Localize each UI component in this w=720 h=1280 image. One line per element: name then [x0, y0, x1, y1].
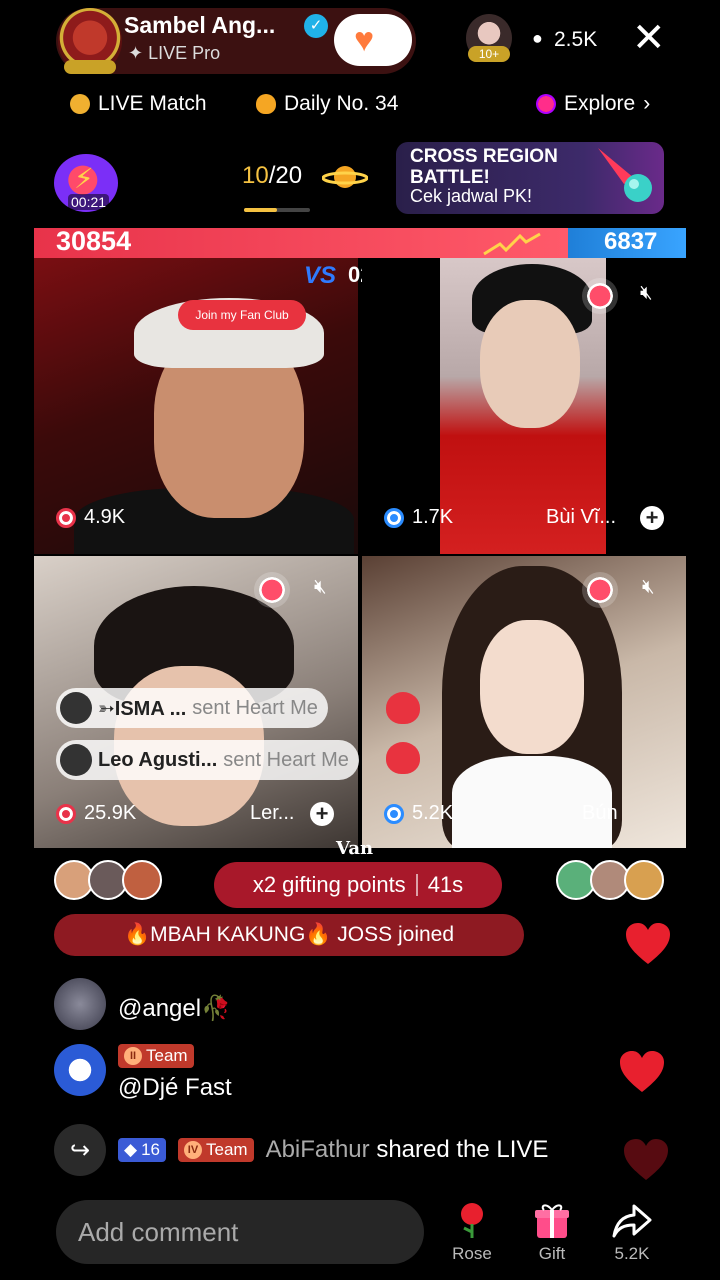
verified-icon: ✓ [304, 14, 328, 38]
gift-notification: ➳ISMA ... sent Heart Me [56, 688, 328, 728]
user-joined-banner: 🔥MBAH KAKUNG🔥 JOSS joined [54, 914, 524, 956]
pk-icon [254, 572, 290, 608]
heart-gift-icon [386, 692, 420, 724]
person-icon: ● [532, 28, 543, 48]
gift-button[interactable]: Gift [512, 1200, 592, 1264]
score-icon [384, 803, 404, 824]
guest-video-tile[interactable]: 🔇︎ 1.7K Bùi Vĩ... + [362, 258, 686, 554]
blue-team-top-gifters[interactable] [556, 860, 664, 900]
fan-club-button[interactable]: ♥ 15 [334, 14, 412, 66]
score-icon [56, 803, 76, 824]
avatar [60, 692, 92, 724]
host-subtitle: ✦ LIVE Pro [128, 43, 221, 63]
pk-score-bar [34, 228, 686, 258]
share-icon: ↪ [54, 1124, 106, 1176]
tile-score: 25.9K [56, 802, 136, 825]
comment-text: @Djé Fast [118, 1074, 232, 1101]
share-icon [612, 1204, 652, 1238]
score-icon [56, 507, 76, 528]
avatar[interactable] [122, 860, 162, 900]
comet-icon [598, 148, 652, 202]
comment-item[interactable]: @angel🥀 [54, 978, 231, 1030]
avatar[interactable] [54, 978, 106, 1030]
comment-input[interactable]: Add comment [56, 1200, 424, 1264]
watermark-label: Van [336, 838, 374, 859]
guest-name[interactable]: Bùi Vĩ... [546, 506, 616, 529]
join-fan-club-sign[interactable]: Join my Fan Club [178, 300, 306, 330]
avatar [60, 744, 92, 776]
gift-icon [535, 1204, 569, 1238]
viewer-count[interactable]: 2.5K [554, 28, 597, 52]
comment-text: @angel🥀 [118, 995, 231, 1022]
cross-region-title: CROSS REGION BATTLE! [410, 146, 558, 188]
pk-timer: 00:21 [68, 194, 110, 210]
pk-icon [582, 278, 618, 314]
top-viewer-badge: 10+ [468, 46, 510, 62]
close-button[interactable]: ✕ [632, 18, 666, 58]
red-team-top-gifters[interactable] [54, 860, 162, 900]
avatar[interactable] [624, 860, 664, 900]
cross-region-subtitle: Cek jadwal PK! [410, 186, 533, 206]
like-heart-icon [620, 1051, 664, 1092]
like-heart-icon [624, 1139, 668, 1180]
follow-plus-button[interactable]: + [640, 506, 664, 530]
vs-mark: VS [304, 262, 337, 289]
daily-rank-link[interactable]: Daily No. 34 [256, 92, 398, 116]
spark-icon [483, 232, 541, 256]
avatar[interactable] [54, 1044, 106, 1096]
live-match-link[interactable]: LIVE Match [70, 92, 207, 116]
blue-team-score: 6837 [604, 228, 658, 255]
team-badge: IV Team [178, 1138, 254, 1162]
level-badge: ◆ 16 [118, 1138, 166, 1162]
score-icon [384, 507, 404, 528]
guest-video-face [480, 620, 584, 754]
like-heart-icon [626, 923, 670, 964]
mute-icon[interactable]: 🔇︎ [314, 576, 342, 600]
team-badge: II Team [118, 1044, 194, 1068]
rose-icon [461, 1203, 483, 1238]
rose-gift-button[interactable]: Rose [432, 1200, 512, 1264]
gifting-points-banner[interactable]: x2 gifting points 41s [214, 862, 502, 908]
tile-score: 1.7K [384, 506, 453, 529]
share-button[interactable]: 5.2K [592, 1200, 672, 1264]
guest-name[interactable]: Bún [582, 802, 618, 825]
explore-link[interactable]: Explore › [536, 92, 650, 116]
round-progress-bar [244, 208, 310, 212]
tile-score: 4.9K [56, 506, 125, 529]
comment-item[interactable]: II Team @Djé Fast [54, 1044, 232, 1102]
round-counter: 10/20 [242, 162, 303, 189]
chevron-right-icon: › [643, 92, 651, 115]
heart-gift-icon [386, 742, 420, 774]
gift-notification: Leo Agusti... sent Heart Me [56, 740, 359, 780]
host-video-tile[interactable]: Join my Fan Club 4.9K [34, 258, 358, 554]
share-event-text: AbiFathur shared the LIVE [265, 1136, 549, 1163]
share-event: ↪ ◆ 16 IV Team AbiFathur shared the LIVE [54, 1124, 548, 1176]
red-team-score: 30854 [56, 226, 132, 256]
explore-icon [536, 94, 556, 114]
host-avatar[interactable] [58, 8, 122, 74]
fire-icon [256, 94, 276, 114]
tile-score: 5.2K [384, 802, 453, 825]
mute-icon[interactable]: 🔇︎ [642, 576, 670, 600]
planet-icon [322, 166, 368, 188]
mute-icon[interactable]: 🔇︎ [640, 282, 668, 306]
guest-name[interactable]: Ler... [250, 802, 294, 825]
live-match-icon [70, 94, 90, 114]
fan-level: 15 [372, 34, 390, 51]
pk-icon [582, 572, 618, 608]
follow-plus-button[interactable]: + [310, 802, 334, 826]
guest-video-face [480, 300, 580, 428]
host-name[interactable]: Sambel Ang... [124, 12, 275, 39]
